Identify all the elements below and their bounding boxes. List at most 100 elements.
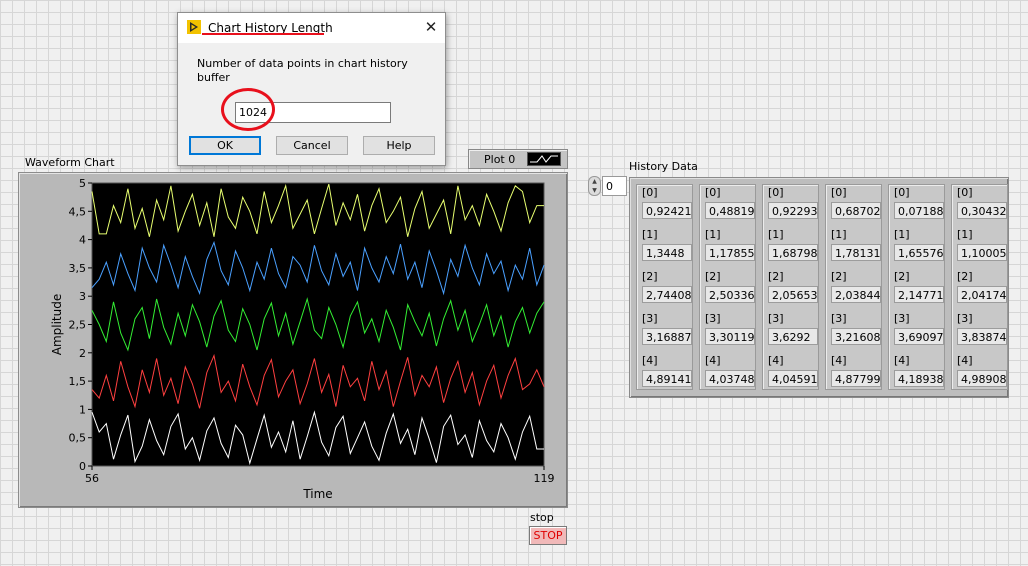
history-index-label: [0] xyxy=(894,186,910,199)
history-index-label: [2] xyxy=(831,270,847,283)
help-button[interactable]: Help xyxy=(363,136,435,155)
history-index-label: [1] xyxy=(768,228,784,241)
history-value-cell[interactable]: 4,18938 xyxy=(894,370,944,387)
history-index-label: [3] xyxy=(957,312,973,325)
y-tick-label: 2 xyxy=(79,347,86,360)
stop-button[interactable]: STOP xyxy=(529,526,567,545)
history-index-label: [0] xyxy=(768,186,784,199)
history-value-cell[interactable]: 1,3448 xyxy=(642,244,692,261)
history-index-label: [0] xyxy=(642,186,658,199)
history-value-cell[interactable]: 0,304326 xyxy=(957,202,1007,219)
dialog-message: Number of data points in chart history b… xyxy=(197,57,408,84)
history-value-cell[interactable]: 0,922937 xyxy=(768,202,818,219)
stop-label: stop xyxy=(530,511,554,524)
history-index-label: [3] xyxy=(894,312,910,325)
y-tick-label: 5 xyxy=(79,177,86,190)
labview-app-icon xyxy=(187,20,201,34)
history-index-label: [2] xyxy=(768,270,784,283)
y-tick-label: 2,5 xyxy=(69,319,87,332)
history-data-label: History Data xyxy=(629,160,698,173)
history-index-label: [3] xyxy=(705,312,721,325)
history-index-label: [0] xyxy=(957,186,973,199)
history-index-label: [3] xyxy=(768,312,784,325)
history-column: [0] 0,488196 [1] 1,17855 [2] 2,50336 [3] 3,3011… xyxy=(699,184,756,390)
plot-area[interactable] xyxy=(91,182,545,467)
x-axis-label: Time xyxy=(302,487,332,501)
history-value-cell[interactable]: 2,14771 xyxy=(894,286,944,303)
history-column: [0] 0,07188 [1] 1,65576 [2] 2,14771 [3] 3,69097… xyxy=(888,184,945,390)
history-value-cell[interactable]: 3,6292 xyxy=(768,328,818,345)
history-value-cell[interactable]: 0,924214 xyxy=(642,202,692,219)
waveform-chart[interactable]: 00,511,522,533,544,5556 119TimeAmplitude xyxy=(19,173,567,507)
history-index-label: [3] xyxy=(831,312,847,325)
y-tick-label: 4 xyxy=(79,234,86,247)
plot-line-swatch[interactable] xyxy=(527,152,561,166)
history-value-cell[interactable]: 0,07188 xyxy=(894,202,944,219)
history-value-cell[interactable]: 2,03844 xyxy=(831,286,881,303)
history-index-label: [4] xyxy=(831,354,847,367)
history-index-label: [1] xyxy=(831,228,847,241)
history-value-cell[interactable]: 3,16887 xyxy=(642,328,692,345)
plot-legend[interactable]: Plot 0 xyxy=(468,149,568,169)
x-tick-label: 56 xyxy=(85,472,99,485)
history-column: [0] 0,687026 [1] 1,78131 [2] 2,03844 [3] 3,2160… xyxy=(825,184,882,390)
history-index-label: [1] xyxy=(957,228,973,241)
history-value-cell[interactable]: 1,78131 xyxy=(831,244,881,261)
ok-button[interactable]: OK xyxy=(189,136,261,155)
history-value-cell[interactable]: 0,687026 xyxy=(831,202,881,219)
history-value-cell[interactable]: 4,03748 xyxy=(705,370,755,387)
array-index-control[interactable]: ▲ ▼ 0 xyxy=(588,176,627,196)
history-index-label: [0] xyxy=(831,186,847,199)
y-axis-label: Amplitude xyxy=(50,294,64,356)
history-data-array: [0] 0,924214 [1] 1,3448 [2] 2,74408 [3] 3,16887… xyxy=(629,177,1009,398)
annotation-underline xyxy=(202,33,324,35)
x-tick-label: 119 xyxy=(534,472,555,485)
history-value-cell[interactable]: 3,69097 xyxy=(894,328,944,345)
index-spinner-icon[interactable]: ▲ ▼ xyxy=(588,176,601,196)
history-column: [0] 0,924214 [1] 1,3448 [2] 2,74408 [3] 3,16887… xyxy=(636,184,693,390)
annotation-circle xyxy=(221,88,275,131)
history-value-cell[interactable]: 1,10005 xyxy=(957,244,1007,261)
history-value-cell[interactable]: 1,68798 xyxy=(768,244,818,261)
close-icon[interactable]: ✕ xyxy=(420,17,442,37)
history-index-label: [2] xyxy=(894,270,910,283)
history-column: [0] 0,304326 [1] 1,10005 [2] 2,04174 [3] 3,8387… xyxy=(951,184,1008,390)
history-column: [0] 0,922937 [1] 1,68798 [2] 2,05653 [3] 3,6292… xyxy=(762,184,819,390)
history-index-label: [1] xyxy=(642,228,658,241)
cancel-button[interactable]: Cancel xyxy=(276,136,348,155)
history-value-cell[interactable]: 2,50336 xyxy=(705,286,755,303)
history-value-cell[interactable]: 3,21608 xyxy=(831,328,881,345)
history-index-label: [4] xyxy=(894,354,910,367)
history-index-label: [4] xyxy=(768,354,784,367)
array-index-value[interactable]: 0 xyxy=(602,176,627,196)
history-value-cell[interactable]: 4,04591 xyxy=(768,370,818,387)
history-value-cell[interactable]: 1,65576 xyxy=(894,244,944,261)
y-tick-label: 1 xyxy=(79,403,86,416)
history-value-cell[interactable]: 2,04174 xyxy=(957,286,1007,303)
history-index-label: [0] xyxy=(705,186,721,199)
dialog-titlebar[interactable]: Chart History Length ✕ xyxy=(178,13,445,43)
history-index-label: [2] xyxy=(957,270,973,283)
history-value-cell[interactable]: 4,87799 xyxy=(831,370,881,387)
history-index-label: [1] xyxy=(705,228,721,241)
history-value-cell[interactable]: 2,74408 xyxy=(642,286,692,303)
waveform-chart-label: Waveform Chart xyxy=(25,156,115,169)
history-value-cell[interactable]: 1,17855 xyxy=(705,244,755,261)
y-tick-label: 4,5 xyxy=(69,205,87,218)
history-index-label: [2] xyxy=(705,270,721,283)
history-value-cell[interactable]: 3,30119 xyxy=(705,328,755,345)
history-value-cell[interactable]: 4,98908 xyxy=(957,370,1007,387)
y-tick-label: 3 xyxy=(79,290,86,303)
history-index-label: [4] xyxy=(642,354,658,367)
history-index-label: [2] xyxy=(642,270,658,283)
history-index-label: [4] xyxy=(705,354,721,367)
chart-history-length-dialog: Chart History Length ✕ Number of data po… xyxy=(177,12,446,166)
history-index-label: [3] xyxy=(642,312,658,325)
history-index-label: [4] xyxy=(957,354,973,367)
history-value-cell[interactable]: 4,89141 xyxy=(642,370,692,387)
history-value-cell[interactable]: 0,488196 xyxy=(705,202,755,219)
history-value-cell[interactable]: 2,05653 xyxy=(768,286,818,303)
plot-legend-label: Plot 0 xyxy=(484,153,516,166)
history-value-cell[interactable]: 3,83874 xyxy=(957,328,1007,345)
y-tick-label: 3,5 xyxy=(69,262,87,275)
